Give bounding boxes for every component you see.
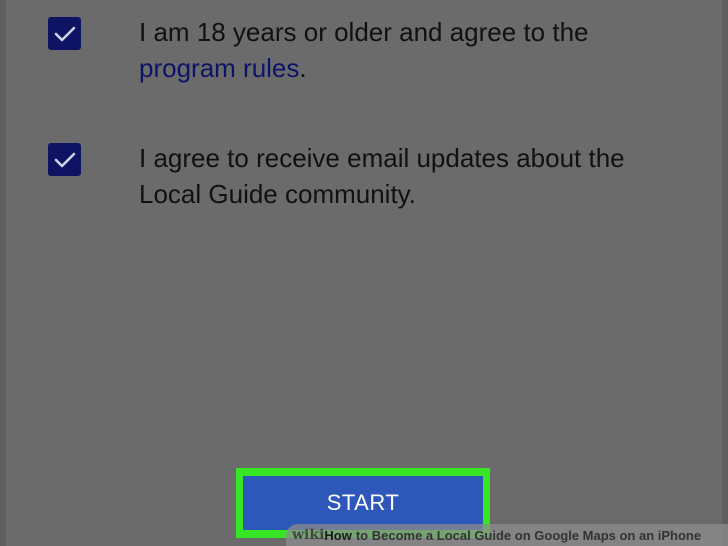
watermark-how: How (324, 527, 352, 543)
agree-rules-label: I am 18 years or older and agree to the (139, 17, 589, 47)
email-updates-line-1: I agree to receive email updates about t… (139, 143, 625, 173)
agree-rules-row: I am 18 years or older and agree to the … (48, 14, 688, 86)
left-edge (0, 0, 6, 546)
checkmark-icon (54, 26, 75, 41)
wikihow-watermark: wiki How to Become a Local Guide on Google… (286, 524, 728, 546)
email-updates-text: I agree to receive email updates about t… (139, 140, 625, 212)
start-button[interactable]: START (243, 476, 483, 530)
agree-rules-checkbox[interactable] (48, 17, 81, 50)
checkmark-icon (54, 152, 75, 167)
watermark-brand: wiki (292, 527, 325, 543)
program-rules-link[interactable]: program rules (139, 53, 299, 83)
email-updates-checkbox[interactable] (48, 143, 81, 176)
watermark-title: to Become a Local Guide on Google Maps o… (355, 527, 702, 543)
agree-rules-text: I am 18 years or older and agree to the … (139, 14, 589, 86)
agree-rules-period: . (299, 53, 307, 83)
email-updates-line-2: Local Guide community. (139, 179, 416, 209)
email-updates-row: I agree to receive email updates about t… (48, 140, 688, 212)
screen: I am 18 years or older and agree to the … (0, 0, 728, 546)
right-edge (722, 0, 728, 546)
